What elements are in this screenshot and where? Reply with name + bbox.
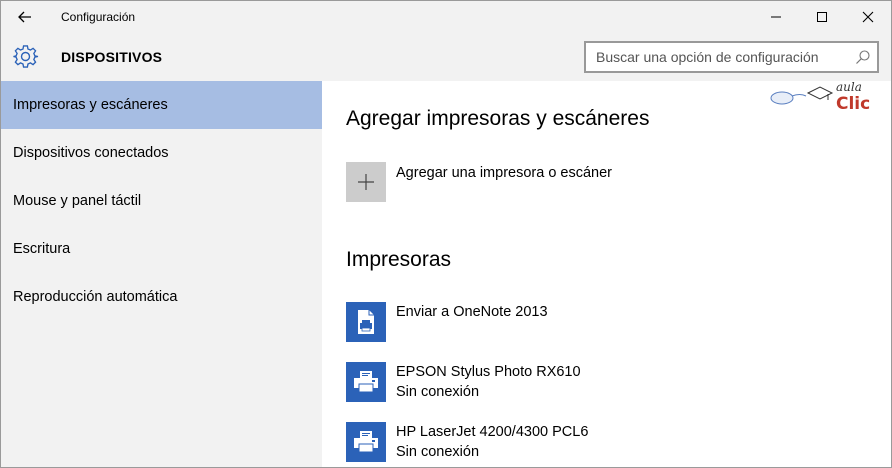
gear-icon [13,45,39,68]
printer-name: HP LaserJet 4200/4300 PCL6 [396,424,589,440]
settings-window: Configuración DISPOSITIVOS Buscar una op… [0,0,892,468]
aulaclic-logo: aula Clic [770,81,870,111]
add-printer-label[interactable]: Agregar una impresora o escáner [396,165,612,181]
printer-status: Sin conexión [396,444,480,460]
maximize-icon [817,12,827,22]
plus-icon [358,174,374,190]
sidebar-item-mouse-touchpad[interactable]: Mouse y panel táctil [1,177,322,225]
add-section-title: Agregar impresoras y escáneres [346,107,650,130]
close-icon [862,11,874,23]
printer-item-hp[interactable]: HP LaserJet 4200/4300 PCL6 Sin conexión [346,422,886,466]
search-icon[interactable] [855,49,871,65]
add-printer-button[interactable] [346,162,386,202]
main-content: aula Clic Agregar impresoras y escáneres… [322,81,891,467]
page-header: DISPOSITIVOS [1,33,891,81]
printer-name: EPSON Stylus Photo RX610 [396,364,581,380]
logo-text-top: aula [836,81,862,94]
arrow-left-icon [18,11,31,23]
search-input[interactable] [586,43,846,71]
sidebar-item-autoplay[interactable]: Reproducción automática [1,273,322,321]
sidebar-item-connected-devices[interactable]: Dispositivos conectados [1,129,322,177]
printer-item-epson[interactable]: EPSON Stylus Photo RX610 Sin conexión [346,362,886,406]
minimize-icon [771,16,781,18]
title-bar: Configuración [1,1,891,33]
logo-text-bottom: Clic [836,94,870,111]
sidebar-item-label: Escritura [13,241,71,257]
sidebar-item-label: Mouse y panel táctil [13,193,142,209]
search-box[interactable] [584,41,879,73]
printer-icon [346,362,386,402]
sidebar: Impresoras y escáneres Dispositivos cone… [1,81,322,467]
sidebar-item-printers-scanners[interactable]: Impresoras y escáneres [1,81,322,129]
window-title: Configuración [61,10,136,24]
sidebar-item-typing[interactable]: Escritura [1,225,322,273]
printer-icon [346,422,386,462]
sidebar-item-label: Dispositivos conectados [13,145,169,161]
sidebar-item-label: Impresoras y escáneres [13,97,168,113]
printers-section-title: Impresoras [346,248,452,271]
printer-name: Enviar a OneNote 2013 [396,304,548,320]
maximize-button[interactable] [799,1,845,33]
minimize-button[interactable] [753,1,799,33]
back-button[interactable] [9,5,41,29]
close-button[interactable] [845,1,891,33]
document-printer-icon [346,302,386,342]
printer-status: Sin conexión [396,384,480,400]
sidebar-item-label: Reproducción automática [13,289,178,305]
page-title: DISPOSITIVOS [61,49,163,65]
printer-item-onenote[interactable]: Enviar a OneNote 2013 [346,302,886,346]
